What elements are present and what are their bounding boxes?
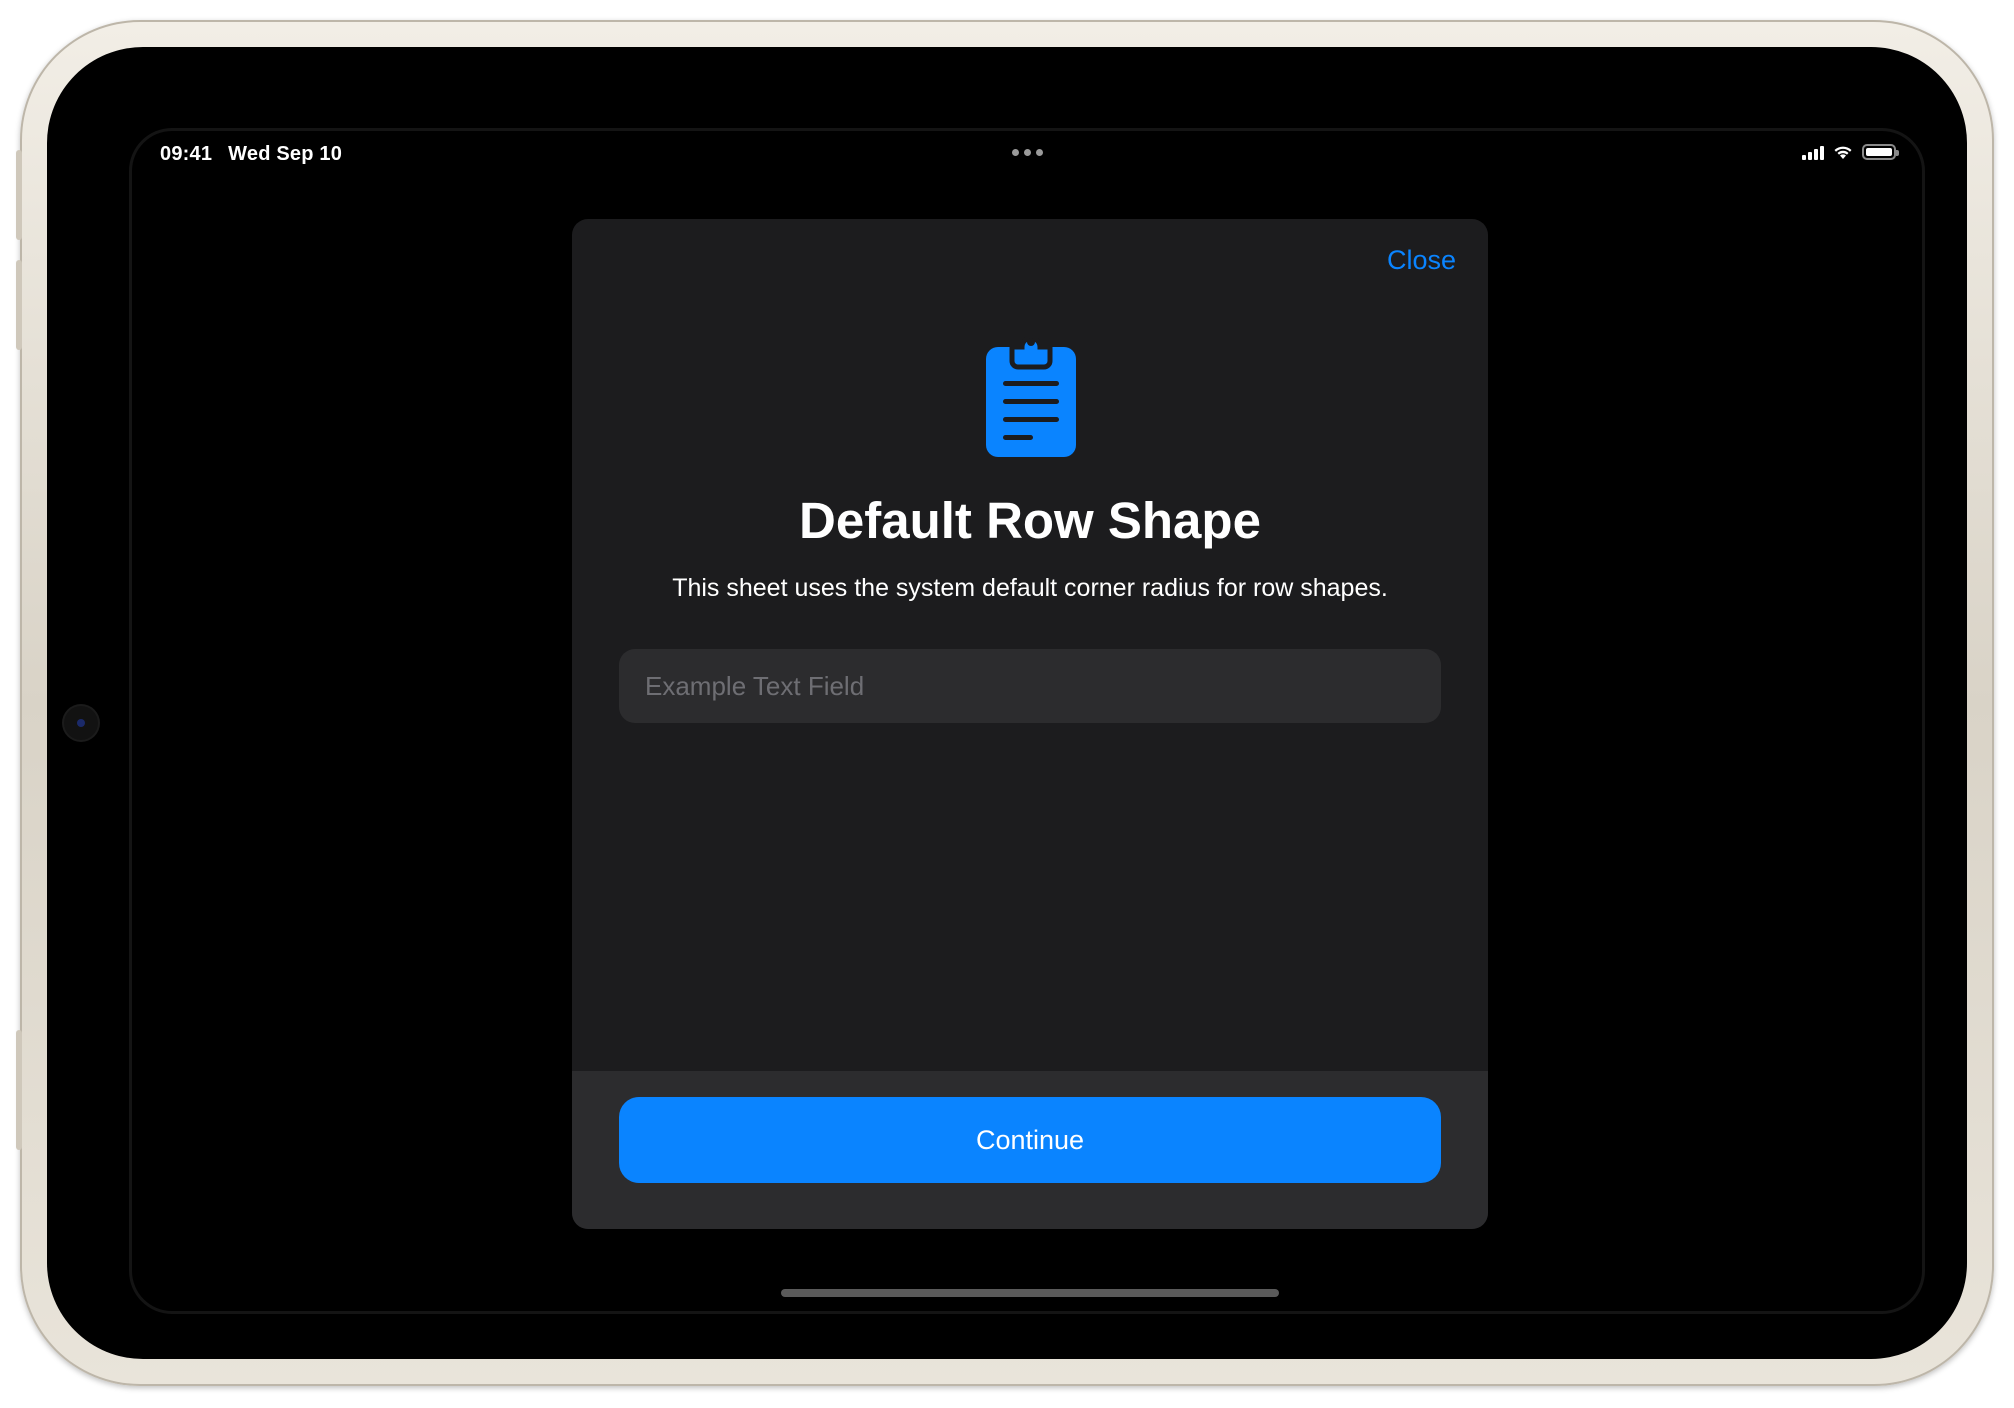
modal-sheet: Close Default Row Shape This sheet uses … (572, 219, 1488, 1229)
ipad-frame: 09:41 Wed Sep 10 Close Default Row Shape… (16, 20, 1994, 1386)
status-bar-left: 09:41 Wed Sep 10 (160, 143, 342, 166)
status-time: 09:41 (160, 143, 213, 165)
front-camera (64, 706, 98, 740)
battery-icon (1862, 144, 1899, 160)
screen: 09:41 Wed Sep 10 Close Default Row Shape… (132, 131, 1922, 1311)
sheet-title: Default Row Shape (799, 492, 1261, 549)
clipboard-icon (986, 335, 1076, 457)
close-button[interactable]: Close (1387, 245, 1456, 276)
volume-down-button (16, 260, 22, 350)
status-date: Wed Sep 10 (228, 143, 343, 165)
sheet-footer: Continue (572, 1071, 1488, 1229)
sheet-subtitle: This sheet uses the system default corne… (672, 574, 1388, 602)
wifi-icon (1834, 146, 1852, 159)
multitasking-dots-icon[interactable] (1012, 149, 1043, 156)
status-bar-right (1802, 144, 1899, 160)
cellular-signal-icon (1802, 144, 1824, 160)
home-indicator[interactable] (781, 1289, 1279, 1297)
continue-button[interactable]: Continue (619, 1097, 1441, 1183)
volume-up-button (16, 150, 22, 240)
top-button (16, 1030, 22, 1150)
example-text-field[interactable] (619, 649, 1441, 723)
